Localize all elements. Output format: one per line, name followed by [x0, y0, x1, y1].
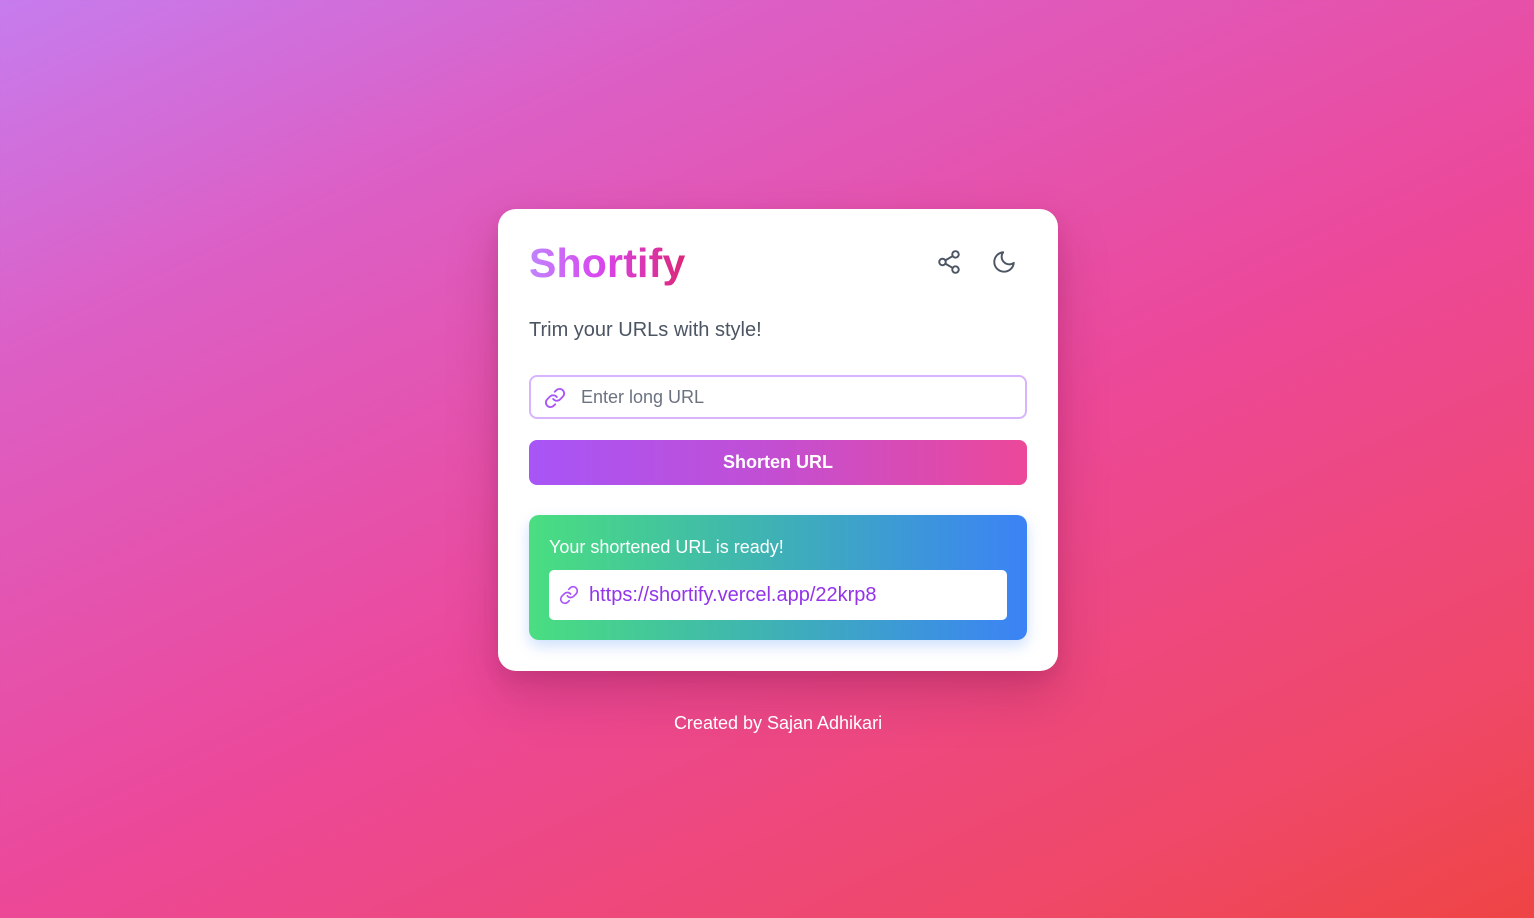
link-icon — [559, 585, 579, 605]
result-title: Your shortened URL is ready! — [549, 537, 784, 557]
shorten-url-button[interactable]: Shorten URL — [529, 440, 1027, 485]
share-button[interactable] — [931, 244, 967, 280]
result-panel: Your shortened URL is ready! https://sho… — [529, 515, 1027, 640]
long-url-input[interactable] — [581, 377, 1011, 417]
share-icon — [938, 250, 960, 274]
link-icon — [544, 387, 566, 409]
moon-icon — [993, 251, 1015, 273]
short-url-box: https://shortify.vercel.app/22krp8 — [549, 570, 1007, 620]
url-input-wrapper — [529, 375, 1027, 419]
short-url-link[interactable]: https://shortify.vercel.app/22krp8 — [589, 583, 877, 607]
footer-credit: Created by Sajan Adhikari — [673, 713, 883, 733]
tagline: Trim your URLs with style! — [529, 319, 762, 341]
app-logo-title: Shortify — [529, 240, 686, 286]
shortener-card: Shortify Trim your URLs with style! Shor… — [498, 209, 1058, 671]
theme-toggle-button[interactable] — [986, 244, 1022, 280]
